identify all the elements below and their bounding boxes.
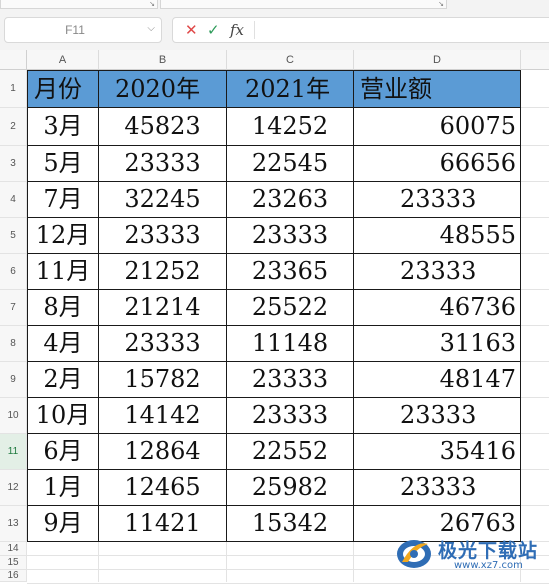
value-2021-cell[interactable]: 23365 — [227, 254, 354, 290]
row-header-11[interactable]: 11 — [0, 434, 27, 470]
revenue-cell[interactable]: 48555 — [354, 218, 521, 254]
value-2020-cell[interactable]: 21214 — [99, 290, 227, 326]
revenue-cell[interactable]: 48147 — [354, 362, 521, 398]
formula-input[interactable]: ✕ ✓ fx — [172, 17, 549, 43]
row-header-14[interactable]: 14 — [0, 542, 27, 556]
formula-bar: F11 ⌵ ✕ ✓ fx — [0, 10, 549, 50]
cancel-icon[interactable]: ✕ — [185, 21, 198, 39]
row-header-9[interactable]: 9 — [0, 362, 27, 398]
revenue-cell[interactable]: 31163 — [354, 326, 521, 362]
name-box-value: F11 — [65, 23, 85, 37]
row-header-4[interactable]: 4 — [0, 182, 27, 218]
month-cell[interactable]: 4月 — [27, 326, 99, 362]
revenue-cell[interactable]: 23333 — [354, 254, 521, 290]
revenue-cell[interactable]: 46736 — [354, 290, 521, 326]
value-2020-cell[interactable]: 21252 — [99, 254, 227, 290]
row-header-1[interactable]: 1 — [0, 70, 27, 108]
ribbon-expand-icon[interactable]: ↘ — [149, 1, 155, 8]
table-header-cell[interactable]: 2020年 — [99, 70, 227, 108]
insert-function-icon[interactable]: fx — [230, 21, 244, 39]
row-header-8[interactable]: 8 — [0, 326, 27, 362]
watermark-url: www.xz7.com — [454, 560, 523, 571]
watermark: 极光下载站 www.xz7.com — [394, 528, 546, 576]
value-2020-cell[interactable]: 12864 — [99, 434, 227, 470]
site-logo-icon — [397, 540, 431, 568]
ribbon-expand-icon[interactable]: ↘ — [438, 1, 444, 8]
month-cell[interactable]: 12月 — [27, 218, 99, 254]
value-2020-cell[interactable]: 11421 — [99, 506, 227, 542]
table-header-cell[interactable]: 营业额 — [354, 70, 521, 108]
value-2020-cell[interactable]: 32245 — [99, 182, 227, 218]
column-header-e[interactable] — [521, 50, 549, 70]
month-cell[interactable]: 3月 — [27, 108, 99, 146]
value-2021-cell[interactable]: 22545 — [227, 146, 354, 182]
value-2021-cell[interactable]: 25522 — [227, 290, 354, 326]
revenue-cell[interactable]: 66656 — [354, 146, 521, 182]
value-2021-cell[interactable]: 23333 — [227, 398, 354, 434]
select-all-corner[interactable] — [0, 50, 27, 70]
value-2021-cell[interactable]: 15342 — [227, 506, 354, 542]
row-header-16[interactable]: 16 — [0, 570, 27, 582]
value-2021-cell[interactable]: 23333 — [227, 362, 354, 398]
month-cell[interactable]: 1月 — [27, 470, 99, 506]
value-2020-cell[interactable]: 14142 — [99, 398, 227, 434]
table-header-cell[interactable]: 2021年 — [227, 70, 354, 108]
month-cell[interactable]: 8月 — [27, 290, 99, 326]
table-header-cell[interactable]: 月份 — [27, 70, 99, 108]
column-header-b[interactable]: B — [99, 50, 227, 70]
row-header-2[interactable]: 2 — [0, 108, 27, 146]
month-cell[interactable]: 11月 — [27, 254, 99, 290]
value-2021-cell[interactable]: 11148 — [227, 326, 354, 362]
name-box[interactable]: F11 ⌵ — [4, 17, 162, 43]
row-header-5[interactable]: 5 — [0, 218, 27, 254]
chevron-down-icon[interactable]: ⌵ — [147, 23, 155, 34]
column-header-d[interactable]: D — [354, 50, 521, 70]
revenue-cell[interactable]: 23333 — [354, 470, 521, 506]
row-header-6[interactable]: 6 — [0, 254, 27, 290]
row-header-7[interactable]: 7 — [0, 290, 27, 326]
value-2021-cell[interactable]: 22552 — [227, 434, 354, 470]
divider — [254, 21, 255, 39]
value-2021-cell[interactable]: 23263 — [227, 182, 354, 218]
revenue-cell[interactable]: 23333 — [354, 398, 521, 434]
value-2021-cell[interactable]: 23333 — [227, 218, 354, 254]
ribbon-group-edge: ↘ — [0, 0, 158, 9]
value-2020-cell[interactable]: 12465 — [99, 470, 227, 506]
row-header-10[interactable]: 10 — [0, 398, 27, 434]
revenue-cell[interactable]: 60075 — [354, 108, 521, 146]
value-2020-cell[interactable]: 23333 — [99, 218, 227, 254]
ribbon-group-edge: ↘ — [160, 0, 447, 9]
revenue-cell[interactable]: 23333 — [354, 182, 521, 218]
column-header-a[interactable]: A — [27, 50, 99, 70]
month-cell[interactable]: 6月 — [27, 434, 99, 470]
value-2021-cell[interactable]: 25982 — [227, 470, 354, 506]
value-2020-cell[interactable]: 23333 — [99, 326, 227, 362]
month-cell[interactable]: 9月 — [27, 506, 99, 542]
row-header-15[interactable]: 15 — [0, 556, 27, 570]
watermark-text: 极光下载站 — [438, 540, 539, 562]
value-2020-cell[interactable]: 23333 — [99, 146, 227, 182]
row-header-12[interactable]: 12 — [0, 470, 27, 506]
confirm-icon[interactable]: ✓ — [207, 21, 220, 39]
value-2021-cell[interactable]: 14252 — [227, 108, 354, 146]
revenue-cell[interactable]: 35416 — [354, 434, 521, 470]
month-cell[interactable]: 10月 — [27, 398, 99, 434]
row-header-3[interactable]: 3 — [0, 146, 27, 182]
column-header-c[interactable]: C — [227, 50, 354, 70]
row-header-13[interactable]: 13 — [0, 506, 27, 542]
value-2020-cell[interactable]: 45823 — [99, 108, 227, 146]
value-2020-cell[interactable]: 15782 — [99, 362, 227, 398]
month-cell[interactable]: 7月 — [27, 182, 99, 218]
month-cell[interactable]: 2月 — [27, 362, 99, 398]
month-cell[interactable]: 5月 — [27, 146, 99, 182]
